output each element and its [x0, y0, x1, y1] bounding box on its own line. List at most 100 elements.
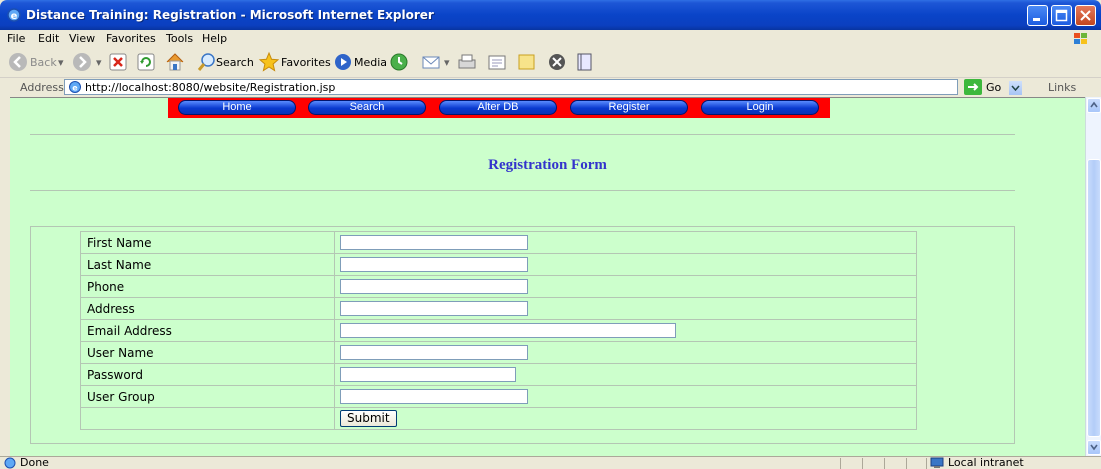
maximize-icon — [1055, 9, 1068, 22]
favorites-label[interactable]: Favorites — [281, 56, 331, 69]
form-row-last-name: Last Name — [80, 253, 917, 276]
back-dropdown-icon[interactable]: ▾ — [58, 56, 64, 69]
address-dropdown-button[interactable] — [1009, 81, 1022, 95]
window-title: Distance Training: Registration - Micros… — [26, 8, 434, 22]
form-row-first-name: First Name — [80, 231, 917, 254]
last-name-label: Last Name — [80, 253, 335, 276]
address-input[interactable]: e http://localhost:8080/website/Registra… — [64, 79, 1022, 95]
search-label[interactable]: Search — [216, 56, 254, 69]
menu-file[interactable]: File — [7, 32, 25, 45]
form-row-password: Password — [80, 363, 917, 386]
divider-bottom — [30, 190, 1015, 191]
nav-login[interactable]: Login — [701, 100, 819, 115]
scroll-down-button[interactable] — [1087, 440, 1101, 455]
vertical-scrollbar[interactable] — [1085, 97, 1101, 456]
discuss-icon[interactable] — [516, 51, 538, 73]
user-group-label: User Group — [80, 385, 335, 408]
menu-tools[interactable]: Tools — [166, 32, 193, 45]
first-name-label: First Name — [80, 231, 335, 254]
address-input-field[interactable] — [340, 301, 528, 316]
stop-icon[interactable] — [108, 51, 128, 73]
maximize-button[interactable] — [1051, 5, 1072, 26]
form-row-user-group: User Group — [80, 385, 917, 408]
address-url: http://localhost:8080/website/Registrati… — [85, 81, 336, 94]
page-done-icon — [4, 457, 16, 469]
form-row-phone: Phone — [80, 275, 917, 298]
chevron-up-icon — [1090, 101, 1098, 108]
nav-register[interactable]: Register — [570, 100, 688, 115]
menu-help[interactable]: Help — [202, 32, 227, 45]
email-input[interactable] — [340, 323, 676, 338]
history-icon[interactable] — [388, 51, 410, 73]
form-row-email: Email Address — [80, 319, 917, 342]
mail-dropdown-icon[interactable]: ▾ — [444, 56, 450, 69]
back-label[interactable]: Back — [30, 56, 57, 69]
scroll-up-button[interactable] — [1087, 98, 1101, 113]
close-icon — [1080, 10, 1091, 21]
status-divider — [840, 458, 841, 469]
menu-bar: File Edit View Favorites Tools Help — [0, 30, 1101, 48]
address-label-field: Address — [80, 297, 335, 320]
password-input[interactable] — [340, 367, 516, 382]
links-label[interactable]: Links — [1048, 81, 1076, 94]
first-name-input[interactable] — [340, 235, 528, 250]
search-icon[interactable] — [196, 51, 216, 73]
media-label[interactable]: Media — [354, 56, 387, 69]
address-label: Address — [20, 81, 64, 94]
minimize-button[interactable] — [1027, 5, 1048, 26]
favorites-icon[interactable] — [258, 51, 280, 73]
empty-cell — [80, 407, 335, 430]
email-label: Email Address — [80, 319, 335, 342]
edit-icon[interactable] — [486, 51, 508, 73]
nav-bar: Home Search Alter DB Register Login — [168, 98, 830, 118]
print-icon[interactable] — [456, 51, 478, 73]
close-button[interactable] — [1075, 5, 1096, 26]
menu-favorites[interactable]: Favorites — [106, 32, 156, 45]
user-name-label: User Name — [80, 341, 335, 364]
research-icon[interactable] — [574, 51, 596, 73]
svg-text:e: e — [72, 84, 78, 93]
nav-alter-db[interactable]: Alter DB — [439, 100, 557, 115]
phone-input[interactable] — [340, 279, 528, 294]
menu-view[interactable]: View — [69, 32, 95, 45]
page-title: Registration Form — [488, 157, 607, 173]
scroll-thumb[interactable] — [1087, 159, 1101, 437]
form-row-user-name: User Name — [80, 341, 917, 364]
nav-search[interactable]: Search — [308, 100, 426, 115]
phone-label: Phone — [80, 275, 335, 298]
media-icon[interactable] — [332, 51, 354, 73]
password-label: Password — [80, 363, 335, 386]
svg-text:e: e — [11, 11, 18, 22]
status-divider — [906, 458, 907, 469]
minimize-icon — [1033, 18, 1040, 21]
toolbar: Back ▾ ▾ Search Favorites Media ▾ — [0, 47, 1101, 78]
local-intranet-icon — [930, 457, 944, 468]
security-zone: Local intranet — [948, 456, 1024, 469]
forward-icon[interactable] — [72, 51, 92, 73]
form-row-address: Address — [80, 297, 917, 320]
status-divider — [884, 458, 885, 469]
mail-icon[interactable] — [420, 51, 442, 73]
home-icon[interactable] — [164, 51, 186, 73]
back-icon[interactable] — [8, 51, 28, 73]
last-name-input[interactable] — [340, 257, 528, 272]
go-icon[interactable] — [964, 79, 982, 95]
chevron-down-icon — [1011, 85, 1020, 92]
status-divider — [862, 458, 863, 469]
registration-form: First Name Last Name Phone Address Email… — [80, 231, 917, 430]
messenger-icon[interactable] — [546, 51, 568, 73]
user-name-input[interactable] — [340, 345, 528, 360]
forward-dropdown-icon[interactable]: ▾ — [96, 56, 102, 69]
user-group-input[interactable] — [340, 389, 528, 404]
status-text: Done — [20, 456, 49, 469]
address-bar: Address e http://localhost:8080/website/… — [0, 78, 1101, 97]
title-bar: e Distance Training: Registration - Micr… — [0, 0, 1101, 30]
page-viewport: Home Search Alter DB Register Login Regi… — [10, 97, 1085, 457]
go-button[interactable]: Go — [986, 81, 1001, 94]
menu-edit[interactable]: Edit — [38, 32, 59, 45]
submit-button[interactable]: Submit — [340, 410, 397, 427]
nav-home[interactable]: Home — [178, 100, 296, 115]
status-bar: Done Local intranet — [0, 456, 1101, 469]
refresh-icon[interactable] — [136, 51, 156, 73]
form-row-submit: Submit — [80, 407, 917, 430]
